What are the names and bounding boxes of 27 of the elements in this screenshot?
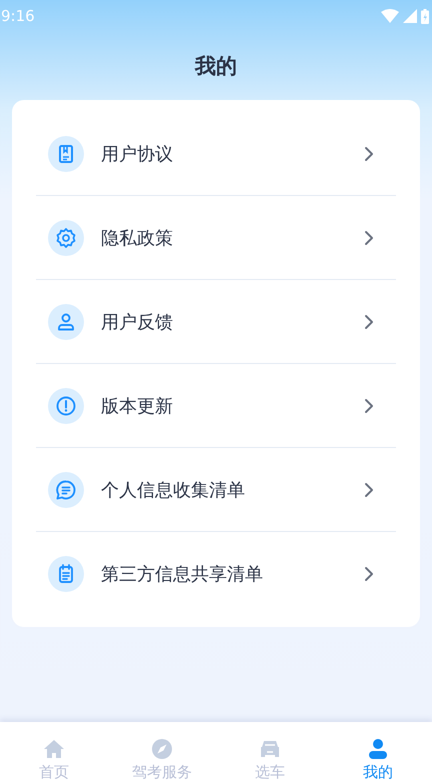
status-time: 9:16 <box>1 7 35 25</box>
menu-item[interactable]: 用户反馈 <box>36 280 396 364</box>
alert-icon <box>48 388 84 424</box>
chevron-icon <box>364 230 374 246</box>
page-title: 我的 <box>195 53 237 80</box>
home-icon <box>42 737 66 761</box>
menu-item[interactable]: 版本更新 <box>36 364 396 448</box>
menu-item[interactable]: 个人信息收集清单 <box>36 448 396 532</box>
person-icon <box>48 304 84 340</box>
chevron-icon <box>364 146 374 162</box>
compass-icon <box>150 737 174 761</box>
menu-item[interactable]: 第三方信息共享清单 <box>36 532 396 615</box>
menu-item[interactable]: 隐私政策 <box>36 196 396 280</box>
menu-item[interactable]: 用户协议 <box>36 112 396 196</box>
chat-icon <box>48 472 84 508</box>
book-icon <box>48 136 84 172</box>
chevron-icon <box>364 398 374 414</box>
chevron-icon <box>364 482 374 498</box>
tab[interactable]: 我的 <box>324 722 432 781</box>
wifi-icon <box>381 9 399 23</box>
settings-icon <box>48 220 84 256</box>
chevron-icon <box>364 566 374 582</box>
person-icon <box>366 737 390 761</box>
chevron-icon <box>364 314 374 330</box>
clipboard-icon <box>48 556 84 592</box>
signal-icon <box>403 9 417 23</box>
battery-icon <box>421 8 429 24</box>
